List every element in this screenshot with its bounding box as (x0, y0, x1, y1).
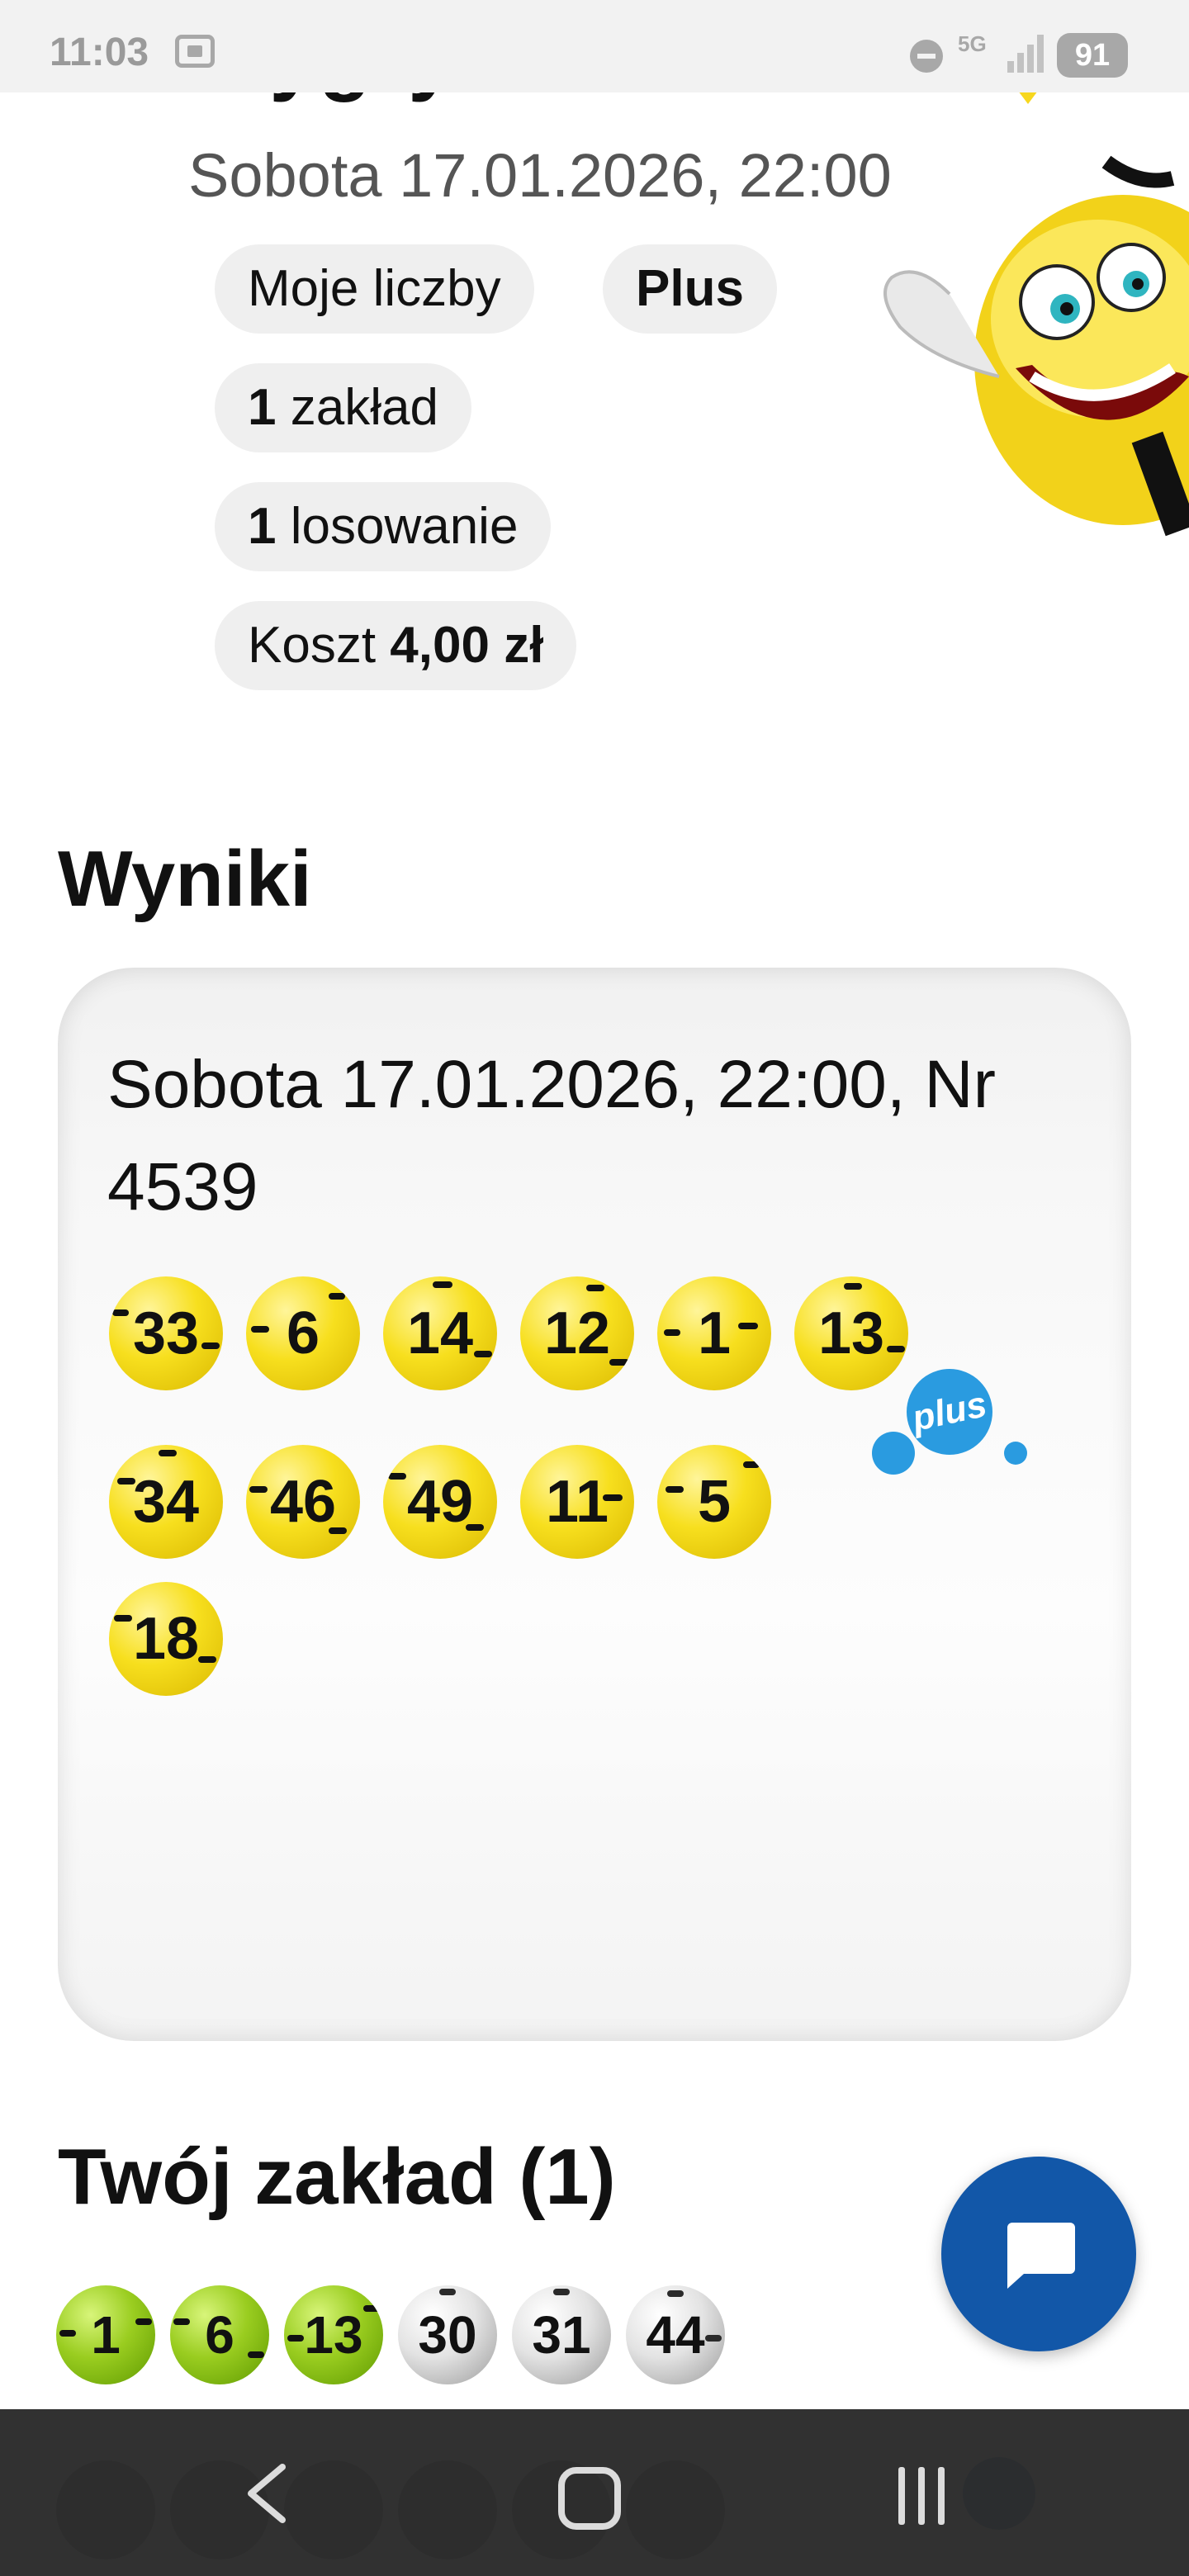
result-ball: 6 (246, 1276, 360, 1390)
results-plus-row: 34 46 49 11 5 (109, 1445, 935, 1560)
status-time: 11:03 (50, 31, 149, 74)
network-type: 5G (958, 31, 987, 56)
result-plus-ball: 5 (657, 1445, 771, 1559)
home-icon[interactable] (558, 2467, 621, 2530)
chip-draws: 1 losowanie (215, 482, 552, 571)
bet-ball-matched: 1 (56, 2285, 155, 2384)
bet-title: Twój zakład (1) (58, 2133, 616, 2221)
chip-draws-label: losowanie (276, 498, 519, 555)
mascot-ball-illustration (883, 46, 1189, 537)
results-main-row: 33 6 14 12 1 13 (109, 1276, 935, 1392)
result-plus-ball: 11 (520, 1445, 634, 1559)
bet-ball: 31 (512, 2285, 611, 2384)
bet-numbers-row: 1 6 13 30 31 44 (56, 2285, 766, 2401)
system-navigation-bar (0, 2409, 1189, 2576)
back-icon[interactable] (241, 2464, 294, 2523)
bet-ball-matched: 6 (170, 2285, 269, 2384)
result-plus-ball: 46 (246, 1445, 360, 1559)
chip-my-numbers: Moje liczby (215, 244, 534, 334)
bet-ball: 30 (398, 2285, 497, 2384)
chat-button[interactable] (941, 2157, 1136, 2351)
bet-ball-matched: 13 (284, 2285, 383, 2384)
chip-plus: Plus (603, 244, 777, 334)
result-ball: 12 (520, 1276, 634, 1390)
result-ball: 1 (657, 1276, 771, 1390)
results-draw-info: Sobota 17.01.2026, 22:00, Nr 4539 (107, 1047, 996, 1224)
battery-indicator: 91 (1057, 33, 1128, 78)
chip-cost-label: Koszt (248, 617, 391, 674)
signal-icon (1007, 33, 1044, 73)
chip-bets: 1 zakład (215, 363, 471, 452)
status-bar: 11:03 5G 91 (0, 0, 1189, 92)
results-title: Wyniki (58, 835, 312, 923)
chip-draws-count: 1 (248, 498, 277, 555)
result-ball: 33 (109, 1276, 223, 1390)
bet-ball: 44 (626, 2285, 725, 2384)
screen-record-icon (175, 35, 215, 68)
result-plus-ball: 34 (109, 1445, 223, 1559)
do-not-disturb-icon (910, 40, 943, 73)
result-ball: 14 (383, 1276, 497, 1390)
chip-cost: Koszt 4,00 zł (215, 601, 577, 690)
draw-date: Sobota 17.01.2026, 22:00 (188, 141, 892, 210)
chip-plus-label: Plus (636, 260, 744, 317)
results-plus-row-2: 18 (109, 1582, 274, 1698)
chat-bubble-icon (1007, 2223, 1075, 2289)
chip-bets-label: zakład (276, 379, 438, 436)
recent-apps-icon[interactable] (893, 2467, 951, 2525)
result-plus-ball: 49 (383, 1445, 497, 1559)
chip-cost-value: 4,00 zł (390, 617, 544, 674)
chip-bets-count: 1 (248, 379, 277, 436)
result-plus-ball: 18 (109, 1582, 223, 1696)
plus-logo-icon: plus (872, 1369, 1027, 1475)
